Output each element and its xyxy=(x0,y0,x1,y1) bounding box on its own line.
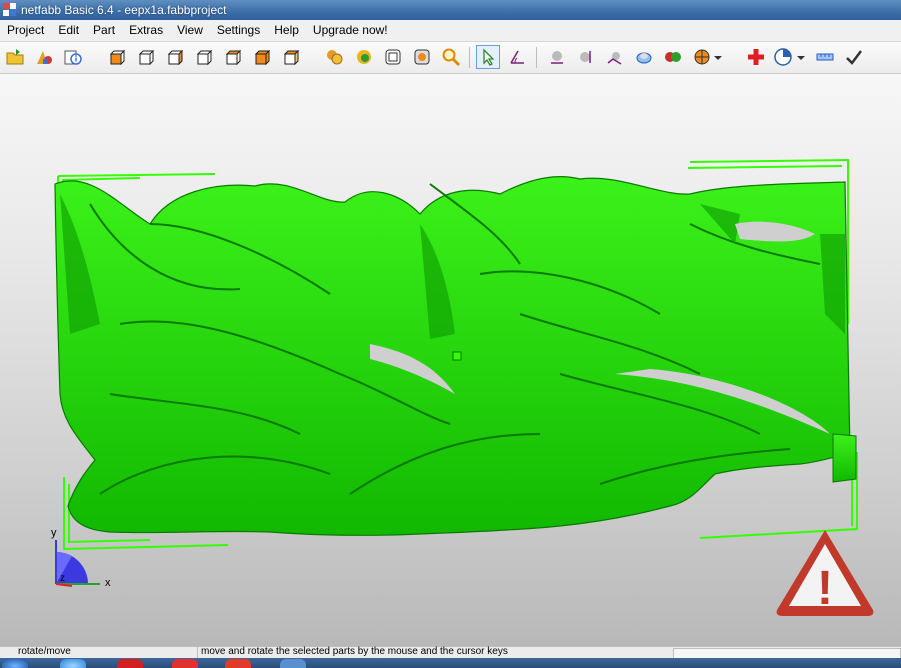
pivot-handle xyxy=(452,351,462,361)
model-view xyxy=(54,158,858,587)
analysis-icon[interactable] xyxy=(772,46,794,68)
app-icon[interactable] xyxy=(225,659,251,668)
status-mode: rotate/move xyxy=(18,646,71,657)
menu-extras[interactable]: Extras xyxy=(122,20,170,41)
chevron-down-icon[interactable] xyxy=(795,46,807,68)
part-info-icon[interactable] xyxy=(62,46,84,68)
zoom-icon[interactable] xyxy=(440,46,462,68)
view-back-icon[interactable] xyxy=(135,46,157,68)
y-axis-label: y xyxy=(51,527,57,539)
split-icon[interactable] xyxy=(691,46,713,68)
repair-icon[interactable] xyxy=(745,46,767,68)
3d-viewport[interactable]: y x z ! xyxy=(0,74,901,646)
measure-edge-icon[interactable] xyxy=(575,46,597,68)
explorer-icon[interactable] xyxy=(280,659,306,668)
move-rotate-tool-icon[interactable] xyxy=(506,46,528,68)
wireframe-icon[interactable] xyxy=(382,46,404,68)
menu-settings[interactable]: Settings xyxy=(210,20,267,41)
menu-project[interactable]: Project xyxy=(0,20,51,41)
browser-icon[interactable] xyxy=(60,659,86,668)
warning-icon[interactable]: ! xyxy=(773,524,877,618)
title-bar: netfabb Basic 6.4 - eepx1a.fabbproject xyxy=(0,0,901,20)
x-axis-label: x xyxy=(105,577,111,589)
measure-point-icon[interactable] xyxy=(546,46,568,68)
measure-distance-icon[interactable] xyxy=(604,46,626,68)
view-right-icon[interactable] xyxy=(193,46,215,68)
view-bottom-icon[interactable] xyxy=(251,46,273,68)
view-top-icon[interactable] xyxy=(222,46,244,68)
apply-check-icon[interactable] xyxy=(843,46,865,68)
warning-symbol: ! xyxy=(817,562,833,615)
select-tool-icon[interactable] xyxy=(476,45,500,69)
toolbar xyxy=(0,42,901,74)
pdf-reader-icon[interactable] xyxy=(117,659,143,668)
shading-icon[interactable] xyxy=(324,46,346,68)
open-icon[interactable] xyxy=(4,46,26,68)
view-left-icon[interactable] xyxy=(164,46,186,68)
solid-icon[interactable] xyxy=(353,46,375,68)
menu-upgrade[interactable]: Upgrade now! xyxy=(306,20,395,41)
status-hint: move and rotate the selected parts by th… xyxy=(201,646,508,657)
toolbar-separator xyxy=(469,47,470,68)
view-front-icon[interactable] xyxy=(106,46,128,68)
os-taskbar xyxy=(0,658,901,668)
start-button-icon[interactable] xyxy=(2,659,28,668)
toolbar-separator xyxy=(536,47,537,68)
menu-part[interactable]: Part xyxy=(86,20,122,41)
chevron-down-icon[interactable] xyxy=(712,46,724,68)
menu-view[interactable]: View xyxy=(170,20,210,41)
section-icon[interactable] xyxy=(633,46,655,68)
view-iso-icon[interactable] xyxy=(280,46,302,68)
menu-help[interactable]: Help xyxy=(267,20,306,41)
window-title: netfabb Basic 6.4 - eepx1a.fabbproject xyxy=(21,3,227,17)
opera-icon[interactable] xyxy=(172,659,198,668)
ruler-icon[interactable] xyxy=(814,46,836,68)
part-end-tab xyxy=(832,433,857,483)
menu-edit[interactable]: Edit xyxy=(51,20,86,41)
menu-bar: Project Edit Part Extras View Settings H… xyxy=(0,20,901,42)
z-axis-label: z xyxy=(60,573,65,584)
netfabb-logo-icon xyxy=(3,3,17,17)
cut-icon[interactable] xyxy=(662,46,684,68)
add-part-icon[interactable] xyxy=(33,46,55,68)
translucent-icon[interactable] xyxy=(411,46,433,68)
